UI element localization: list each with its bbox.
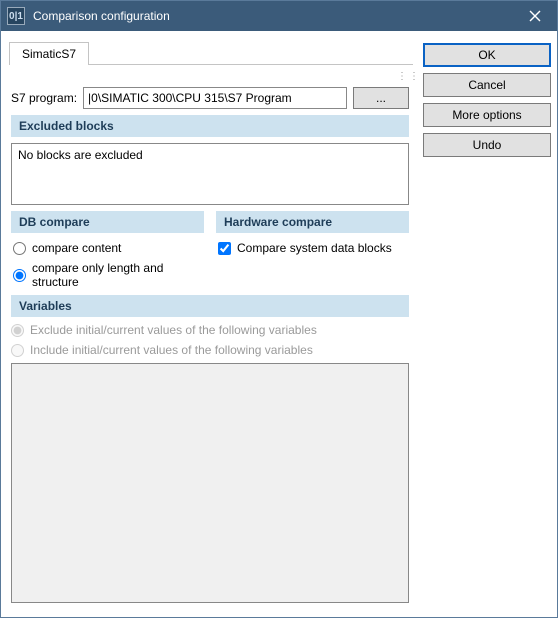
check-compare-sdb-input[interactable] [218, 242, 231, 255]
tab-simatic-s7[interactable]: SimaticS7 [9, 42, 89, 65]
radio-compare-content-label: compare content [32, 241, 121, 255]
header-variables: Variables [11, 295, 409, 317]
db-compare-options: compare content compare only length and … [11, 239, 204, 289]
radio-compare-length-label: compare only length and structure [32, 261, 202, 289]
main-column: SimaticS7 ⋮⋮ S7 program: ... Excluded bl… [7, 37, 413, 609]
cancel-button[interactable]: Cancel [423, 73, 551, 97]
row-db-hw-headers: DB compare Hardware compare [11, 211, 409, 233]
browse-button[interactable]: ... [353, 87, 409, 109]
dialog-window: 0|1 Comparison configuration SimaticS7 ⋮… [0, 0, 558, 618]
header-excluded-blocks: Excluded blocks [11, 115, 409, 137]
app-icon: 0|1 [7, 7, 25, 25]
radio-vars-include-label: Include initial/current values of the fo… [30, 343, 313, 357]
radio-vars-include: Include initial/current values of the fo… [11, 343, 409, 357]
excluded-blocks-list[interactable]: No blocks are excluded [11, 143, 409, 205]
check-compare-sdb[interactable]: Compare system data blocks [218, 241, 407, 255]
titlebar-text: Comparison configuration [33, 9, 513, 23]
tabstrip: SimaticS7 [9, 41, 413, 65]
radio-compare-content[interactable]: compare content [13, 241, 202, 255]
header-db-compare: DB compare [11, 211, 204, 233]
undo-button[interactable]: Undo [423, 133, 551, 157]
close-icon [529, 10, 541, 22]
hardware-compare-options: Compare system data blocks [216, 239, 409, 289]
close-button[interactable] [513, 1, 557, 31]
more-options-button[interactable]: More options [423, 103, 551, 127]
right-button-column: OK Cancel More options Undo [423, 37, 551, 609]
s7-program-input[interactable] [83, 87, 347, 109]
ok-button[interactable]: OK [423, 43, 551, 67]
excluded-blocks-text: No blocks are excluded [18, 148, 143, 162]
radio-vars-exclude-input [11, 324, 24, 337]
variables-listbox [11, 363, 409, 603]
s7-program-label: S7 program: [11, 91, 77, 105]
radio-compare-content-input[interactable] [13, 242, 26, 255]
radio-compare-length-input[interactable] [13, 269, 26, 282]
client-area: SimaticS7 ⋮⋮ S7 program: ... Excluded bl… [1, 31, 557, 617]
row-db-hw-opts: compare content compare only length and … [11, 239, 409, 289]
drag-grip-icon[interactable]: ⋮⋮ [397, 73, 407, 81]
tab-panel-simatic-s7: ⋮⋮ S7 program: ... Excluded blocks No bl… [7, 65, 413, 609]
radio-compare-length[interactable]: compare only length and structure [13, 261, 202, 289]
radio-vars-exclude-label: Exclude initial/current values of the fo… [30, 323, 317, 337]
radio-vars-include-input [11, 344, 24, 357]
titlebar: 0|1 Comparison configuration [1, 1, 557, 31]
radio-vars-exclude: Exclude initial/current values of the fo… [11, 323, 409, 337]
check-compare-sdb-label: Compare system data blocks [237, 241, 392, 255]
s7-program-row: S7 program: ... [11, 87, 409, 109]
header-hardware-compare: Hardware compare [216, 211, 409, 233]
